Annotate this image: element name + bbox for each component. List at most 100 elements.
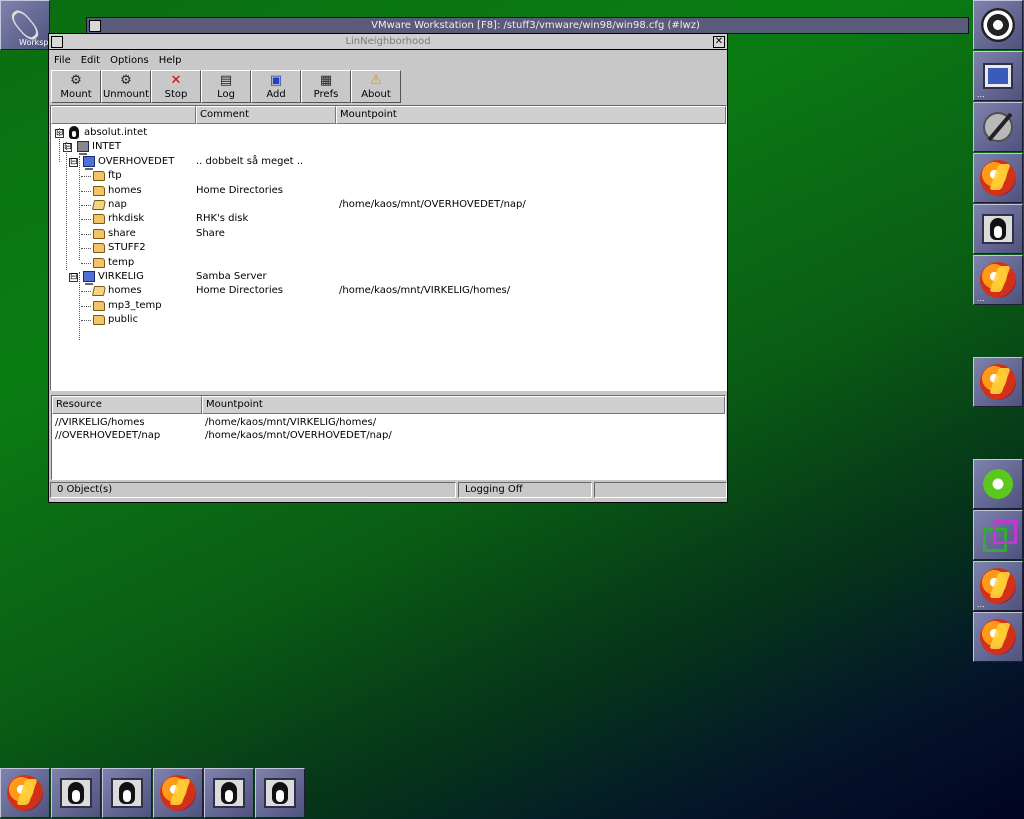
folder-icon <box>93 214 105 225</box>
tree-row[interactable]: ⊟ absolut.intet <box>51 126 726 140</box>
draw-tile[interactable] <box>973 102 1023 152</box>
tree-row[interactable]: nap/home/kaos/mnt/OVERHOVEDET/nap/ <box>51 198 726 212</box>
tree-connector <box>81 320 91 322</box>
disc-icon <box>980 619 1016 655</box>
collapse-icon[interactable]: ⊟ <box>69 157 78 167</box>
disc-icon <box>7 775 43 811</box>
add-button[interactable]: ▣ Add <box>251 70 301 103</box>
unmount-button[interactable]: ⚙ Unmount <box>101 70 151 103</box>
toolbar-label: Add <box>266 89 286 100</box>
disc-icon <box>160 775 196 811</box>
prefs-button[interactable]: ▦ Prefs <box>301 70 351 103</box>
tree-row[interactable]: temp <box>51 256 726 270</box>
tree-row[interactable]: homes Home Directories <box>51 184 726 198</box>
log-button[interactable]: ▤ Log <box>201 70 251 103</box>
menu-edit[interactable]: Edit <box>81 55 106 66</box>
window-titlebar[interactable]: LinNeighborhood ✕ <box>48 33 728 50</box>
log-icon: ▤ <box>219 72 233 88</box>
disc-icon <box>980 568 1016 604</box>
tux-monitor-tile[interactable] <box>973 204 1023 254</box>
tux-host-icon <box>69 126 79 139</box>
menu-options[interactable]: Options <box>110 55 155 66</box>
tree-header-comment[interactable]: Comment <box>196 106 336 124</box>
unmount-icon: ⚙ <box>120 72 132 88</box>
vmware-menu-button[interactable] <box>89 19 101 32</box>
folder-icon <box>93 185 105 196</box>
icq-tile[interactable] <box>973 459 1023 509</box>
tree-row[interactable]: ⊟ INTET <box>51 140 726 156</box>
collapse-icon[interactable]: ⊟ <box>69 273 78 282</box>
toolbar-label: Unmount <box>102 89 150 100</box>
open-folder-icon <box>91 200 107 210</box>
tux-monitor-icon <box>60 778 92 808</box>
tree-connector <box>79 156 80 260</box>
pager-tile[interactable] <box>973 510 1023 560</box>
bottom-tile-1[interactable] <box>0 768 50 818</box>
tree-row[interactable]: ftp <box>51 169 726 183</box>
stop-icon: ✕ <box>170 72 182 88</box>
folder-icon <box>93 243 105 254</box>
mount-button[interactable]: ⚙ Mount <box>51 70 101 103</box>
mount-row[interactable]: //VIRKELIG/homes/home/kaos/mnt/VIRKELIG/… <box>52 416 725 430</box>
app-tile-2[interactable]: ... <box>973 255 1023 305</box>
monitor-icon <box>983 63 1013 89</box>
app-tile-3[interactable] <box>973 357 1023 407</box>
tree-row[interactable]: rhkdisk RHK's disk <box>51 212 726 226</box>
tree-header-mountpoint[interactable]: Mountpoint <box>336 106 726 124</box>
tree-item-name: temp <box>108 256 135 268</box>
status-extra <box>594 482 727 498</box>
toolbar: ⚙ Mount ⚙ Unmount ✕ Stop ▤ Log ▣ Add ▦ Prefs ⚠ About <box>51 70 401 103</box>
about-button[interactable]: ⚠ About <box>351 70 401 103</box>
open-folder-icon <box>91 286 107 297</box>
app-tile-4[interactable]: ... <box>973 561 1023 611</box>
mount-row[interactable]: //OVERHOVEDET/nap/home/kaos/mnt/OVERHOVE… <box>52 429 725 443</box>
tree-connector <box>79 272 80 340</box>
tree-row[interactable]: STUFF2 <box>51 241 726 255</box>
tux-monitor-icon <box>264 778 296 808</box>
window-menu-button[interactable] <box>51 35 63 48</box>
share-tree-panel: Comment Mountpoint ⊟ absolut.intet ⊟ INTET ⊟… <box>50 105 727 391</box>
bottom-tile-6[interactable] <box>255 768 305 818</box>
toolbar-label: Prefs <box>313 89 339 100</box>
tree-connector <box>81 205 91 206</box>
tree-item-comment: .. dobbelt så meget .. <box>196 155 304 167</box>
app-tile-5[interactable] <box>973 612 1023 662</box>
mount-header-resource[interactable]: Resource <box>52 396 202 414</box>
gnome-foot-tile[interactable] <box>973 0 1023 50</box>
bottom-tile-5[interactable] <box>204 768 254 818</box>
toolbar-label: Log <box>217 89 235 100</box>
computer-icon <box>83 271 95 285</box>
computer-icon <box>83 155 95 170</box>
tree-item-name: mp3_temp <box>108 299 162 311</box>
toolbar-label: Mount <box>60 89 92 100</box>
bottom-tile-2[interactable] <box>51 768 101 818</box>
tree-row[interactable]: share Share <box>51 227 726 241</box>
workspace-clip-tile[interactable]: Worksp <box>0 0 50 50</box>
tree-row[interactable]: homes Home Directories/home/kaos/mnt/VIRK… <box>51 284 726 298</box>
tree-row[interactable]: ⊟ VIRKELIG Samba Server <box>51 270 726 285</box>
tree-item-comment: RHK's disk <box>196 213 249 225</box>
vmware-title: VMware Workstation [F8]: /stuff3/vmware/… <box>371 20 700 31</box>
tree-row[interactable]: public <box>51 313 726 327</box>
bottom-tile-3[interactable] <box>102 768 152 818</box>
tux-monitor-icon <box>213 778 245 808</box>
tree-header-name[interactable] <box>51 106 196 124</box>
tree-connector <box>81 305 91 307</box>
mount-header-mountpoint[interactable]: Mountpoint <box>202 396 725 414</box>
tux-monitor-icon <box>982 214 1014 244</box>
monitor-tile[interactable]: ... <box>973 51 1023 101</box>
tree-row[interactable]: ⊟ OVERHOVEDET .. dobbelt så meget .. <box>51 155 726 170</box>
menu-help[interactable]: Help <box>159 55 188 66</box>
bottom-tile-4[interactable] <box>153 768 203 818</box>
folder-icon <box>93 257 105 268</box>
collapse-icon[interactable]: ⊟ <box>63 143 72 153</box>
tree-item-name: public <box>108 314 139 326</box>
app-tile-1[interactable] <box>973 153 1023 203</box>
stop-button[interactable]: ✕ Stop <box>151 70 201 103</box>
close-icon[interactable]: ✕ <box>713 35 725 48</box>
toolbar-label: About <box>361 89 391 100</box>
tree-item-mountpoint: /home/kaos/mnt/OVERHOVEDET/nap/ <box>339 199 526 210</box>
vmware-titlebar[interactable]: VMware Workstation [F8]: /stuff3/vmware/… <box>86 17 969 34</box>
menu-file[interactable]: File <box>54 55 77 66</box>
tree-row[interactable]: mp3_temp <box>51 299 726 313</box>
